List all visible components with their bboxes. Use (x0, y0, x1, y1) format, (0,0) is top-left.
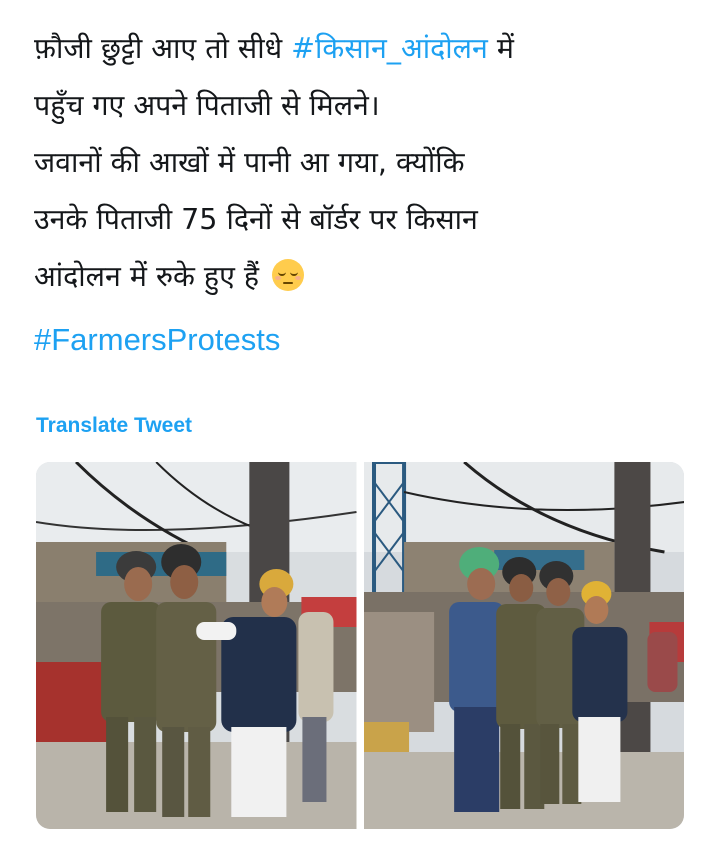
pensive-face-emoji-icon (272, 259, 305, 291)
photo-right[interactable] (363, 462, 684, 829)
translate-tweet-link[interactable]: Translate Tweet (36, 414, 192, 438)
tweet-line-3: जवानों की आखों में पानी आ गया, क्योंकि (34, 146, 465, 179)
tweet-line-1-after: में (487, 32, 514, 65)
tweet-text: फ़ौजी छुट्टी आए तो सीधे #किसान_आंदोलन मे… (34, 20, 704, 305)
tweet-media (36, 462, 684, 829)
tweet-line-5-text: आंदोलन में रुके हुए हैं (34, 260, 260, 293)
tweet-line-2: पहुँच गए अपने पिताजी से मिलने। (34, 89, 380, 122)
tweet-line-5: आंदोलन में रुके हुए हैं (34, 248, 704, 305)
photo-left[interactable] (36, 462, 357, 829)
tweet-line-1: फ़ौजी छुट्टी आए तो सीधे #किसान_आंदोलन मे… (34, 20, 704, 77)
hashtag-farmers-protests[interactable]: #FarmersProtests (34, 322, 280, 358)
hashtag-kisan-andolan[interactable]: #किसान_आंदोलन (291, 32, 488, 65)
tweet-line-4: उनके पिताजी 75 दिनों से बॉर्डर पर किसान (34, 203, 478, 236)
tweet-line-1-text: फ़ौजी छुट्टी आए तो सीधे (34, 32, 292, 65)
